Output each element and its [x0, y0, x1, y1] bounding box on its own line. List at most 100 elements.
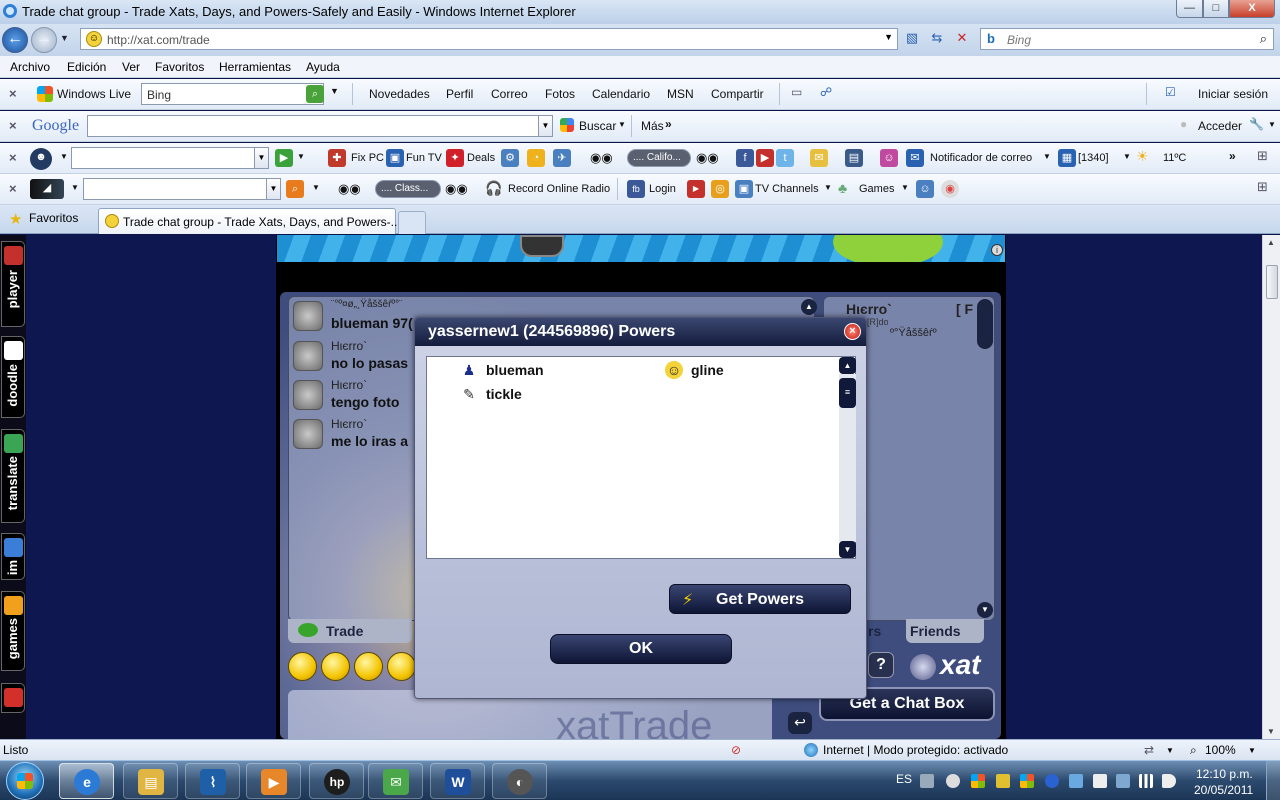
forward-button[interactable]: →: [31, 27, 57, 53]
sidebar-item-extra[interactable]: [1, 683, 25, 713]
volume-controls-icon[interactable]: ◉◉: [696, 150, 719, 166]
close-toolbar-icon[interactable]: ×: [9, 118, 17, 133]
page-vertical-scrollbar[interactable]: ▲ ▼: [1262, 235, 1280, 739]
radio-circle-icon[interactable]: ◎: [711, 180, 729, 198]
tab-partial-label[interactable]: rs: [868, 623, 881, 639]
refresh-icon[interactable]: ⇆: [926, 29, 948, 49]
user-list-name-2[interactable]: º°Ÿåššêŕº: [890, 327, 937, 339]
google-signin-link[interactable]: Acceder: [1198, 119, 1242, 133]
smiley-icon[interactable]: [288, 652, 317, 681]
taskbar-app-recorder[interactable]: ◐: [492, 763, 547, 799]
fixpc-link[interactable]: Fix PC: [351, 152, 384, 164]
chat-icon[interactable]: ✉: [810, 149, 828, 167]
action-center-flag-icon[interactable]: [1093, 774, 1107, 788]
search-dropdown-icon[interactable]: ▼: [254, 148, 268, 168]
record-icon[interactable]: ◉: [941, 180, 959, 198]
volume-icon[interactable]: [1162, 774, 1176, 788]
smiley-wink-icon[interactable]: [354, 652, 383, 681]
play-search-icon[interactable]: ▶: [275, 149, 293, 167]
live-link-calendario[interactable]: Calendario: [592, 87, 650, 101]
sidebar-item-games[interactable]: games: [1, 591, 25, 671]
sidebar-item-im[interactable]: im: [1, 533, 25, 580]
menu-favoritos[interactable]: Favoritos: [155, 60, 204, 74]
network-tray-icon[interactable]: [1069, 774, 1083, 788]
radio-controls-2-icon[interactable]: ◉◉: [338, 181, 361, 197]
search-go-icon[interactable]: ⌕: [286, 180, 304, 198]
mail-icon[interactable]: ✉: [906, 149, 924, 167]
tools-icon[interactable]: ✈: [553, 149, 571, 167]
taskbar-app-hp[interactable]: hp: [309, 763, 364, 799]
office-tray-icon[interactable]: [1020, 774, 1034, 788]
compatibility-view-icon[interactable]: ▧: [901, 29, 923, 49]
message-scroll-up-button[interactable]: ▲: [801, 299, 817, 315]
youtube-2-icon[interactable]: ▶: [687, 180, 705, 198]
live-link-msn[interactable]: MSN: [667, 87, 694, 101]
live-link-perfil[interactable]: Perfil: [446, 87, 473, 101]
maximize-button[interactable]: □: [1203, 0, 1229, 18]
display-tray-icon[interactable]: [1116, 774, 1130, 788]
settings-icon[interactable]: ⚙: [501, 149, 519, 167]
more-chevron-icon[interactable]: »: [1229, 149, 1236, 163]
taskbar-app-internet-explorer[interactable]: e: [59, 763, 114, 799]
clock-date[interactable]: 20/05/2011: [1194, 783, 1253, 797]
new-tab-button[interactable]: [398, 211, 426, 234]
message-author[interactable]: Hιєrro`: [331, 417, 367, 431]
pacman-icon[interactable]: ◔: [527, 149, 545, 167]
avatar[interactable]: [293, 301, 323, 331]
menu-archivo[interactable]: Archivo: [10, 60, 50, 74]
smiley-surprised-icon[interactable]: [387, 652, 416, 681]
record-radio-link[interactable]: Record Online Radio: [508, 183, 610, 195]
live-signin-link[interactable]: Iniciar sesión: [1198, 87, 1268, 101]
games-dropdown-icon[interactable]: ▼: [901, 183, 909, 192]
close-toolbar-icon[interactable]: ×: [9, 150, 17, 165]
close-window-button[interactable]: X: [1229, 0, 1275, 18]
tab-friends[interactable]: Friends: [906, 619, 984, 643]
scroll-up-arrow-icon[interactable]: ▲: [1267, 238, 1275, 247]
search-box[interactable]: b Bing ⌕: [980, 28, 1274, 50]
search-dropdown-icon[interactable]: ▼: [266, 179, 280, 199]
recent-pages-dropdown[interactable]: ▼: [60, 33, 69, 43]
live-link-correo[interactable]: Correo: [491, 87, 528, 101]
send-button[interactable]: ↩: [788, 712, 812, 734]
add-toolbar-icon[interactable]: ⊞: [1257, 148, 1268, 164]
tab-trade-chat[interactable]: Trade chat group - Trade Xats, Days, and…: [98, 208, 401, 234]
google-search-menu-icon[interactable]: ▼: [618, 120, 626, 129]
counter-dropdown-icon[interactable]: ▼: [1123, 152, 1131, 161]
skype-tray-icon[interactable]: [946, 774, 960, 788]
tab-trade[interactable]: Trade: [288, 619, 412, 643]
window-icon[interactable]: ▤: [845, 149, 863, 167]
security-zone-status[interactable]: Internet | Modo protegido: activado: [823, 743, 1008, 757]
live-link-compartir[interactable]: Compartir: [711, 87, 764, 101]
volume-controls-2-icon[interactable]: ◉◉: [445, 181, 468, 197]
deals-link[interactable]: Deals: [467, 152, 495, 164]
close-toolbar-icon[interactable]: ×: [9, 181, 17, 196]
ghost-icon[interactable]: ☺: [880, 149, 898, 167]
radio-station-select-2[interactable]: .... Class...: [375, 180, 441, 198]
protected-mode-icon[interactable]: ⇄: [1144, 743, 1154, 757]
favorites-star-icon[interactable]: ★: [9, 210, 22, 228]
minimize-button[interactable]: —: [1176, 0, 1203, 18]
google-search-button[interactable]: Buscar: [579, 119, 616, 133]
zoom-dropdown-icon[interactable]: ▼: [1248, 746, 1256, 755]
show-desktop-button[interactable]: [1266, 761, 1280, 800]
add-toolbar-icon[interactable]: ⊞: [1257, 179, 1268, 195]
ok-button[interactable]: OK: [550, 634, 732, 664]
avatar[interactable]: [293, 419, 323, 449]
taskbar-app-word[interactable]: W: [430, 763, 485, 799]
message-author[interactable]: Hιєrro`: [331, 378, 367, 392]
dialog-close-button[interactable]: ×: [844, 323, 861, 340]
logo-dropdown-icon[interactable]: ▼: [60, 152, 68, 161]
power-list-scroll-up-button[interactable]: ▲: [839, 357, 856, 374]
user-list-name[interactable]: Hιєrro`: [846, 301, 892, 317]
toolbar-search-input-2[interactable]: ▼: [83, 178, 281, 200]
taskbar-app-file-explorer[interactable]: ▤: [123, 763, 178, 799]
menu-edicion[interactable]: Edición: [67, 60, 106, 74]
sidebar-item-player[interactable]: player: [1, 241, 25, 327]
live-link-novedades[interactable]: Novedades: [369, 87, 430, 101]
power-list-scroll-down-button[interactable]: ▼: [839, 541, 856, 558]
wrench-dropdown-icon[interactable]: ▼: [1268, 120, 1276, 129]
facebook-icon[interactable]: f: [736, 149, 754, 167]
taskbar-app-messenger[interactable]: ✉: [368, 763, 423, 799]
address-bar[interactable]: ☺ http://xat.com/trade ▼: [80, 28, 898, 50]
wrench-icon[interactable]: 🔧: [1249, 117, 1264, 131]
